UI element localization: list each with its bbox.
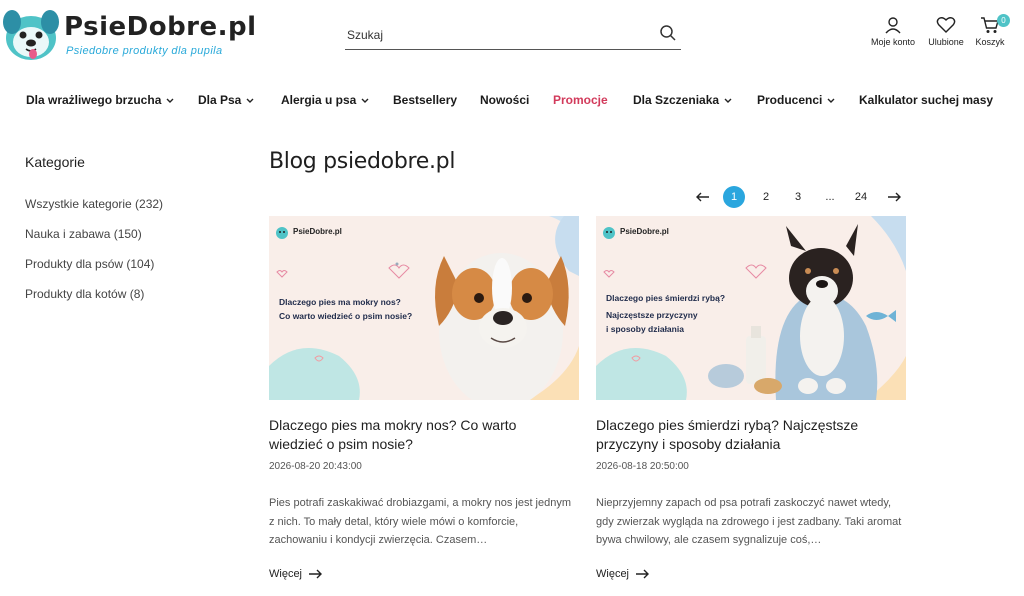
prev-page-button[interactable]: [692, 186, 714, 208]
next-page-button[interactable]: [883, 186, 905, 208]
sidebar-title: Kategorie: [25, 154, 85, 170]
main-nav: Dla wrażliwego brzucha Dla Psa Alergia u…: [0, 88, 1024, 114]
page-title: Blog psiedobre.pl: [269, 149, 456, 174]
cart-button[interactable]: 0 Koszyk: [973, 14, 1010, 47]
search-button[interactable]: [657, 23, 679, 45]
category-cat-products[interactable]: Produkty dla kotów (8): [25, 287, 144, 301]
nav-item-promotions[interactable]: Promocje: [553, 93, 608, 107]
chevron-down-icon: [724, 98, 732, 103]
logo-tagline: Psiedobre produkty dla pupila: [66, 45, 223, 57]
post-image-line1: Dlaczego pies śmierdzi rybą?: [606, 293, 726, 303]
nav-item-puppy[interactable]: Dla Szczeniaka: [633, 93, 732, 107]
post-image-line1: Dlaczego pies ma mokry nos?: [279, 297, 401, 307]
category-dog-products[interactable]: Produkty dla psów (104): [25, 257, 154, 271]
favorites-label: Ulubione: [928, 37, 964, 47]
dog-logo-icon: [603, 227, 615, 239]
nav-item-for-dog[interactable]: Dla Psa: [198, 93, 254, 107]
dog-logo-icon: [276, 227, 288, 239]
nav-item-sensitive-stomach[interactable]: Dla wrażliwego brzucha: [26, 93, 174, 107]
arrow-right-icon: [888, 192, 901, 202]
chevron-down-icon: [246, 98, 254, 103]
account-label: Moje konto: [870, 37, 916, 47]
post-title[interactable]: Dlaczego pies ma mokry nos? Co warto wie…: [269, 416, 569, 454]
read-more-link[interactable]: Więcej: [269, 568, 323, 580]
arrow-right-icon: [309, 569, 323, 579]
logo-title: PsieDobre.pl: [64, 12, 257, 42]
search-icon: [660, 24, 676, 41]
post-excerpt: Pies potrafi zaskakiwać drobiazgami, a m…: [269, 497, 572, 546]
chevron-down-icon: [827, 98, 835, 103]
nav-item-producers[interactable]: Producenci: [757, 93, 835, 107]
post-date: 2026-08-20 20:43:00: [269, 461, 362, 472]
page-24[interactable]: 24: [850, 186, 872, 208]
post-excerpt: Nieprzyjemny zapach od psa potrafi zasko…: [596, 497, 902, 546]
arrow-left-icon: [696, 192, 709, 202]
nav-item-bestsellers[interactable]: Bestsellery: [393, 93, 457, 107]
post-image-line2: Co warto wiedzieć o psim nosie?: [279, 311, 413, 321]
post-image[interactable]: PsieDobre.pl Dlaczego pies ma mokry nos?…: [269, 216, 579, 400]
nav-item-allergy[interactable]: Alergia u psa: [281, 93, 369, 107]
page-1[interactable]: 1: [723, 186, 745, 208]
post-image-logo: PsieDobre.pl: [275, 226, 365, 242]
nav-item-new[interactable]: Nowości: [480, 93, 529, 107]
dog-logo-icon: [3, 10, 59, 60]
search-input[interactable]: [347, 24, 647, 46]
pagination: 1 2 3 ... 24: [690, 186, 910, 208]
chevron-down-icon: [166, 98, 174, 103]
nav-item-dry-matter-calculator[interactable]: Kalkulator suchej masy: [859, 93, 993, 107]
user-icon: [885, 17, 901, 34]
account-button[interactable]: Moje konto: [867, 16, 919, 47]
chevron-down-icon: [361, 98, 369, 103]
favorites-button[interactable]: Ulubione: [924, 16, 968, 47]
page-3[interactable]: 3: [787, 186, 809, 208]
read-more-link[interactable]: Więcej: [596, 568, 650, 580]
post-image[interactable]: PsieDobre.pl Dlaczego pies śmierdzi rybą…: [596, 216, 906, 400]
heart-icon: [936, 17, 956, 33]
page-2[interactable]: 2: [755, 186, 777, 208]
post-image-logo: PsieDobre.pl: [602, 226, 692, 242]
cart-count-badge: 0: [997, 14, 1010, 27]
page-ellipsis: ...: [825, 191, 835, 203]
post-image-line3: i sposoby działania: [606, 324, 684, 334]
site-logo[interactable]: PsieDobre.pl Psiedobre produkty dla pupi…: [0, 6, 256, 62]
category-learning-play[interactable]: Nauka i zabawa (150): [25, 227, 142, 241]
site-header: PsieDobre.pl Psiedobre produkty dla pupi…: [0, 0, 1024, 70]
post-title[interactable]: Dlaczego pies śmierdzi rybą? Najczęstsze…: [596, 416, 896, 454]
search-bar: [345, 20, 681, 50]
post-date: 2026-08-18 20:50:00: [596, 461, 689, 472]
post-image-line2: Najczęstsze przyczyny: [606, 310, 698, 320]
category-all[interactable]: Wszystkie kategorie (232): [25, 197, 163, 211]
cart-label: Koszyk: [975, 37, 1005, 47]
arrow-right-icon: [636, 569, 650, 579]
